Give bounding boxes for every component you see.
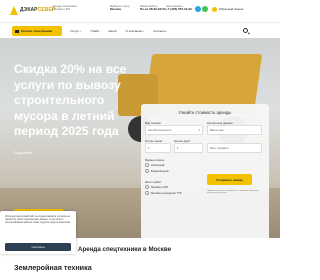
- hero-more-link[interactable]: Подробнее →: [14, 151, 36, 155]
- nav-menu: Услуги▾ Прайс Акции О компании▾ Контакты: [70, 29, 166, 33]
- city-selector[interactable]: Выберите город Москва: [110, 5, 129, 11]
- nav-item-contacts[interactable]: Контакты: [153, 29, 166, 33]
- rental-section-title: Аренда спецтехники в Москве: [78, 246, 172, 253]
- form-title: Узнайте стоимость аренды: [178, 110, 232, 115]
- whatsapp-icon[interactable]: [202, 6, 208, 12]
- days-count-input[interactable]: 1: [174, 143, 203, 153]
- nav-item-services[interactable]: Услуги▾: [70, 29, 82, 33]
- logo-mark-icon: [10, 6, 18, 15]
- site-header: ДЭКАРСЕВЕР Аренда спецтехники в Москве и…: [0, 0, 280, 22]
- cookie-text: Используя настоящий сайт, вы предоставля…: [5, 216, 71, 225]
- privacy-note: Нажимая кнопку, вы соглашаетесь с полити…: [207, 190, 259, 195]
- hours-count-input[interactable]: 1: [145, 143, 171, 153]
- earthmoving-section-title: Землеройная техника: [14, 263, 92, 272]
- phone-icon: [212, 6, 217, 12]
- menu-icon: [15, 29, 19, 33]
- name-input[interactable]: Ваше имя: [207, 125, 262, 135]
- catalog-label: Каталог спецтехники: [21, 29, 53, 33]
- phone-input[interactable]: Ваш телефон: [207, 143, 262, 153]
- callback-label: Обратный звонок: [219, 7, 244, 11]
- cookie-banner: Используя настоящий сайт, вы предоставля…: [0, 211, 76, 254]
- tech-type-select[interactable]: Автобетононасос: [145, 125, 203, 135]
- chevron-down-icon: ▾: [80, 30, 82, 33]
- submit-request-button[interactable]: Отправить заявку: [207, 174, 252, 185]
- telegram-icon[interactable]: [195, 6, 201, 12]
- location-ttk-radio[interactable]: Москва в пределах ТТК: [145, 191, 182, 195]
- logo-text: ДЭКАРСЕВЕР: [20, 7, 56, 13]
- phone-block[interactable]: Наш телефон +7 (495) 567-01-90: [166, 5, 192, 11]
- hero-banner: Скидка 20% на все услуги по вывозу строи…: [0, 38, 280, 238]
- hours-value: Пн-вс 08:00-22:00: [140, 7, 166, 12]
- nav-item-prices[interactable]: Прайс: [91, 29, 100, 33]
- location-moscow-region-radio[interactable]: Москва и МО: [145, 185, 168, 189]
- tagline: Аренда спецтехники в Москве и МО: [52, 5, 77, 11]
- working-hours: Режим работы Пн-вс 08:00-22:00: [140, 5, 166, 11]
- payment-cashless-radio[interactable]: Безналичный: [145, 169, 168, 173]
- search-icon[interactable]: [243, 28, 248, 33]
- nav-item-promotions[interactable]: Акции: [108, 29, 116, 33]
- logo[interactable]: ДЭКАРСЕВЕР: [10, 6, 55, 16]
- tagline-line2: в Москве и МО: [52, 8, 71, 12]
- catalog-button[interactable]: Каталог спецтехники: [12, 26, 62, 36]
- payment-cash-radio[interactable]: Наличный: [145, 163, 164, 167]
- location-label: Место работ: [145, 180, 162, 184]
- hero-title: Скидка 20% на все услуги по вывозу строи…: [14, 62, 127, 138]
- callback-button[interactable]: Обратный звонок: [212, 5, 243, 13]
- city-value[interactable]: Москва: [110, 7, 129, 11]
- main-nav: Каталог спецтехники Услуги▾ Прайс Акции …: [0, 22, 280, 38]
- nav-item-about[interactable]: О компании▾: [126, 29, 145, 33]
- payment-label: Форма оплаты: [145, 158, 164, 162]
- cookie-accept-button[interactable]: Согласен: [5, 243, 71, 251]
- phone-number[interactable]: +7 (495) 567-01-90: [166, 7, 192, 11]
- chevron-down-icon: ▾: [143, 30, 145, 33]
- rental-cost-form: Узнайте стоимость аренды Вид техники Авт…: [141, 104, 269, 238]
